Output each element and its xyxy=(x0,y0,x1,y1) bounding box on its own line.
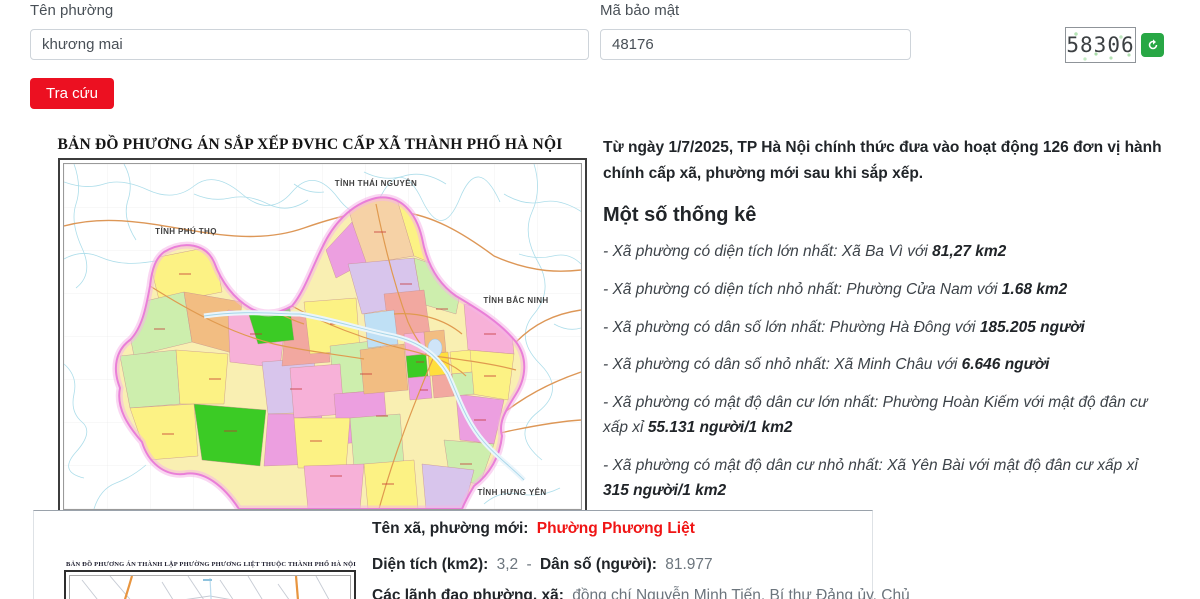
stat-smallest-area: - Xã phường có diện tích nhỏ nhất: Phườn… xyxy=(603,278,1165,303)
label-thai-nguyen: TỈNH THÁI NGUYÊN xyxy=(335,179,417,188)
leaders-value: đồng chí Nguyễn Minh Tiến, Bí thư Đảng ủ… xyxy=(572,587,910,599)
stat-smallest-population: - Xã phường có dân số nhỏ nhất: Xã Minh … xyxy=(603,353,1165,378)
search-button[interactable]: Tra cứu xyxy=(30,78,114,109)
label-bac-ninh: TỈNH BẮC NINH xyxy=(483,296,548,305)
stat-lowest-density: - Xã phường có mật độ dân cư nhỏ nhất: X… xyxy=(603,454,1165,504)
info-panel: Từ ngày 1/7/2025, TP Hà Nội chính thức đ… xyxy=(603,135,1165,503)
population-value: 81.977 xyxy=(665,556,712,573)
result-name-value: Phường Phương Liệt xyxy=(537,520,695,537)
label-hung-yen: TỈNH HƯNG YÊN xyxy=(477,488,546,497)
leaders-label: Các lãnh đạo phường, xã: xyxy=(372,587,564,599)
captcha-image: 58306 xyxy=(1065,27,1136,63)
stat-largest-population: - Xã phường có dân số lớn nhất: Phường H… xyxy=(603,316,1165,341)
label-phu-tho: TỈNH PHÚ THỌ xyxy=(155,227,217,236)
population-label: Dân số (người): xyxy=(540,556,657,573)
captcha-refresh-button[interactable] xyxy=(1141,33,1164,57)
ward-name-label: Tên phường xyxy=(30,2,113,19)
separator: - xyxy=(526,556,531,573)
result-stats-line: Diện tích (km2): 3,2 - Dân số (người): 8… xyxy=(372,556,713,574)
intro-text: Từ ngày 1/7/2025, TP Hà Nội chính thức đ… xyxy=(603,135,1165,187)
area-label: Diện tích (km2): xyxy=(372,556,488,573)
stat-highest-density: - Xã phường có mật độ dân cư lớn nhất: P… xyxy=(603,391,1165,441)
area-value: 3,2 xyxy=(497,556,519,573)
mini-map-title: BẢN ĐỒ PHƯƠNG ÁN THÀNH LẬP PHƯỜNG PHƯƠNG… xyxy=(62,561,360,568)
result-name-label: Tên xã, phường mới: xyxy=(372,520,528,537)
refresh-icon xyxy=(1146,38,1160,52)
stats-heading: Một số thống kê xyxy=(603,204,1165,227)
result-name-line: Tên xã, phường mới: Phường Phương Liệt xyxy=(372,520,695,538)
security-code-label: Mã bảo mật xyxy=(600,2,679,19)
page: { "form": { "ward_label": "Tên phường", … xyxy=(0,0,1200,599)
main-map-title: BẢN ĐỒ PHƯƠNG ÁN SẮP XẾP ĐVHC CẤP XÃ THÀ… xyxy=(30,136,590,154)
ward-map-image xyxy=(64,570,356,599)
ward-name-input[interactable] xyxy=(30,29,589,60)
result-card: BẢN ĐỒ PHƯƠNG ÁN THÀNH LẬP PHƯỜNG PHƯƠNG… xyxy=(33,510,873,599)
hanoi-map-image: TỈNH THÁI NGUYÊN TỈNH PHÚ THỌ TỈNH BẮC N… xyxy=(58,158,587,515)
result-leaders-line: Các lãnh đạo phường, xã: đồng chí Nguyễn… xyxy=(372,587,910,599)
security-code-input[interactable] xyxy=(600,29,911,60)
stat-largest-area: - Xã phường có diện tích lớn nhất: Xã Ba… xyxy=(603,240,1165,265)
